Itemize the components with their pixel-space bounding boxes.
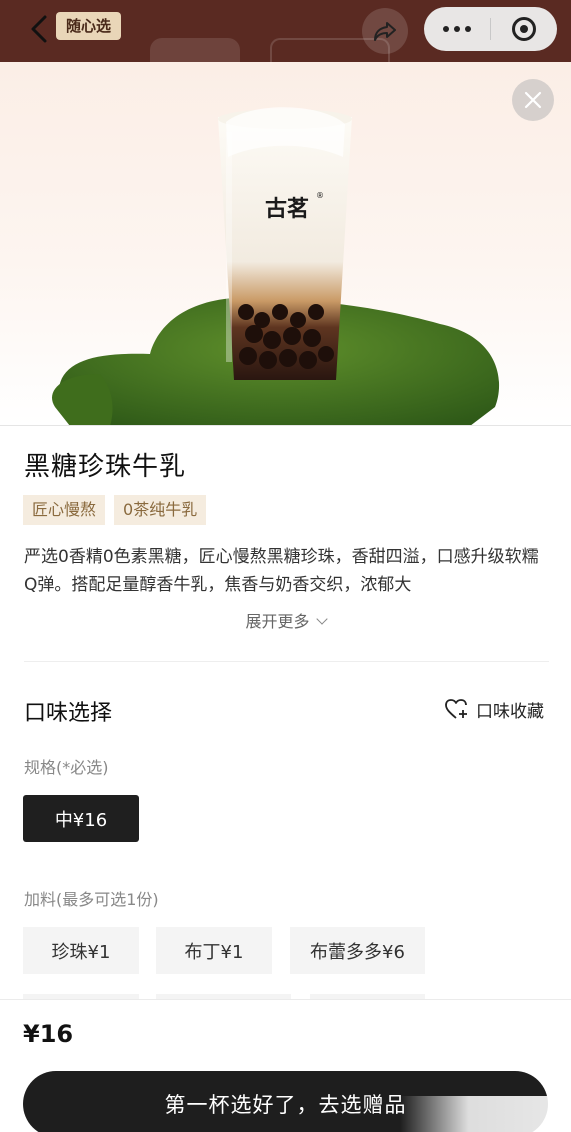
size-label: 规格(*必选) — [24, 758, 109, 777]
close-icon[interactable] — [512, 79, 554, 121]
expand-more-button[interactable]: 展开更多 — [0, 608, 571, 632]
watermark-overlay — [400, 1096, 571, 1132]
more-options-icon[interactable] — [424, 7, 490, 51]
cup-brand-registered-mark: ® — [316, 191, 324, 200]
chevron-down-icon — [315, 613, 328, 625]
product-image: 古茗 ® — [0, 62, 571, 426]
top-bar: 随心选 — [0, 0, 571, 62]
heart-plus-icon — [445, 699, 467, 719]
cup-brand-logo: 古茗 — [265, 196, 309, 222]
flavor-favorite-label: 口味收藏 — [476, 701, 544, 722]
product-title: 黑糖珍珠牛乳 — [24, 452, 187, 482]
milk-tea-cup-illustration: 古茗 ® — [52, 107, 500, 425]
total-price: ¥16 — [23, 1020, 74, 1048]
size-option-medium[interactable]: 中¥16 — [23, 795, 139, 842]
exit-mini-program-icon[interactable] — [491, 7, 557, 51]
back-icon[interactable] — [28, 14, 52, 44]
topping-option-brulee[interactable]: 布蕾多多¥6 — [290, 927, 425, 974]
store-tag: 随心选 — [56, 12, 122, 40]
product-detail-page: 随心选 古茗 ® 黑糖珍珠牛乳 匠心慢熬 0茶纯牛乳 严选0香精0色素黑糖，匠心… — [0, 0, 571, 1132]
expand-more-label: 展开更多 — [245, 612, 310, 631]
product-tag: 匠心慢熬 — [23, 495, 106, 525]
topping-label: 加料(最多可选1份) — [24, 890, 159, 909]
product-description: 严选0香精0色素黑糖，匠心慢熬黑糖珍珠，香甜四溢，口感升级软糯Q弹。搭配足量醇香… — [24, 547, 539, 595]
flavor-section-title: 口味选择 — [24, 701, 113, 726]
product-tag: 0茶纯牛乳 — [114, 495, 207, 525]
background-button — [150, 38, 240, 62]
share-icon[interactable] — [362, 8, 408, 54]
topping-option-pudding[interactable]: 布丁¥1 — [156, 927, 272, 974]
flavor-favorite-button[interactable]: 口味收藏 — [444, 695, 544, 723]
topping-option-pearl[interactable]: 珍珠¥1 — [23, 927, 139, 974]
divider — [24, 661, 549, 662]
product-tags: 匠心慢熬 0茶纯牛乳 — [23, 495, 207, 525]
mini-program-capsule — [424, 7, 557, 51]
